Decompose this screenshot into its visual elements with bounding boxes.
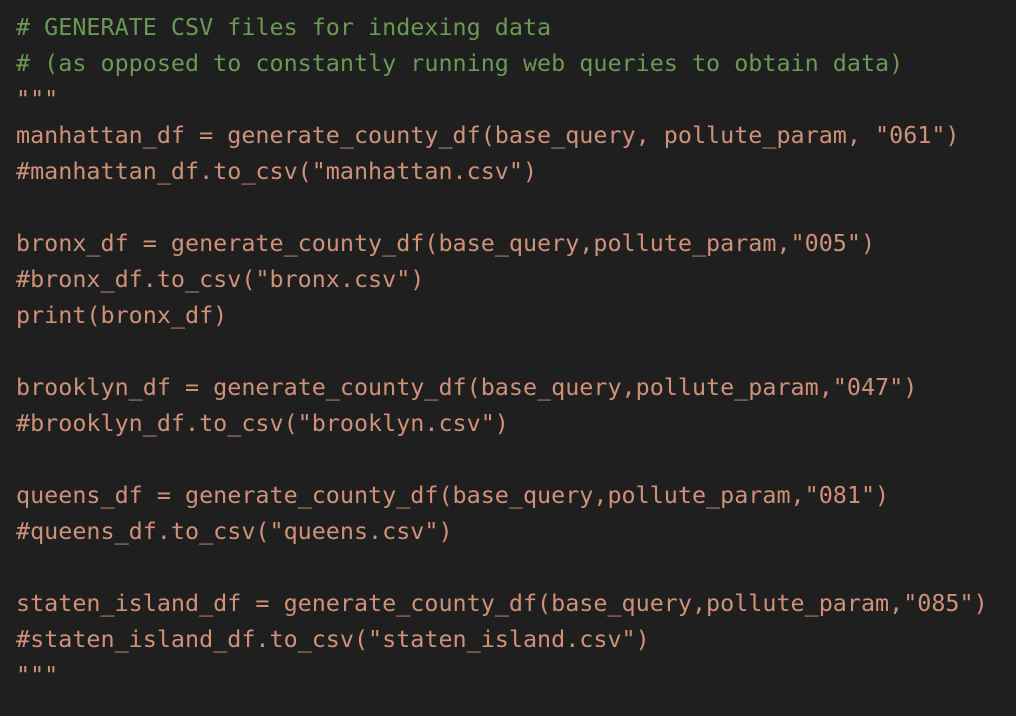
code-line-staten-island-csv: #staten_island_df.to_csv("staten_island.…: [16, 625, 650, 653]
code-line-docstring-open: """: [16, 85, 59, 113]
code-line-comment-2: # (as opposed to constantly running web …: [16, 49, 904, 77]
code-line-queens-df: queens_df = generate_county_df(base_quer…: [16, 481, 890, 509]
code-line-bronx-df: bronx_df = generate_county_df(base_query…: [16, 229, 876, 257]
code-line-manhattan-csv: #manhattan_df.to_csv("manhattan.csv"): [16, 157, 538, 185]
code-line-docstring-close: """: [16, 661, 59, 689]
code-editor[interactable]: # GENERATE CSV files for indexing data #…: [0, 0, 1016, 716]
code-line-bronx-csv: #bronx_df.to_csv("bronx.csv"): [16, 265, 425, 293]
code-line-brooklyn-csv: #brooklyn_df.to_csv("brooklyn.csv"): [16, 409, 509, 437]
code-line-manhattan-df: manhattan_df = generate_county_df(base_q…: [16, 121, 960, 149]
code-line-comment-1: # GENERATE CSV files for indexing data: [16, 13, 552, 41]
code-line-staten-island-df: staten_island_df = generate_county_df(ba…: [16, 589, 988, 617]
code-line-print-bronx: print(bronx_df): [16, 301, 228, 329]
code-line-queens-csv: #queens_df.to_csv("queens.csv"): [16, 517, 453, 545]
code-line-brooklyn-df: brooklyn_df = generate_county_df(base_qu…: [16, 373, 918, 401]
